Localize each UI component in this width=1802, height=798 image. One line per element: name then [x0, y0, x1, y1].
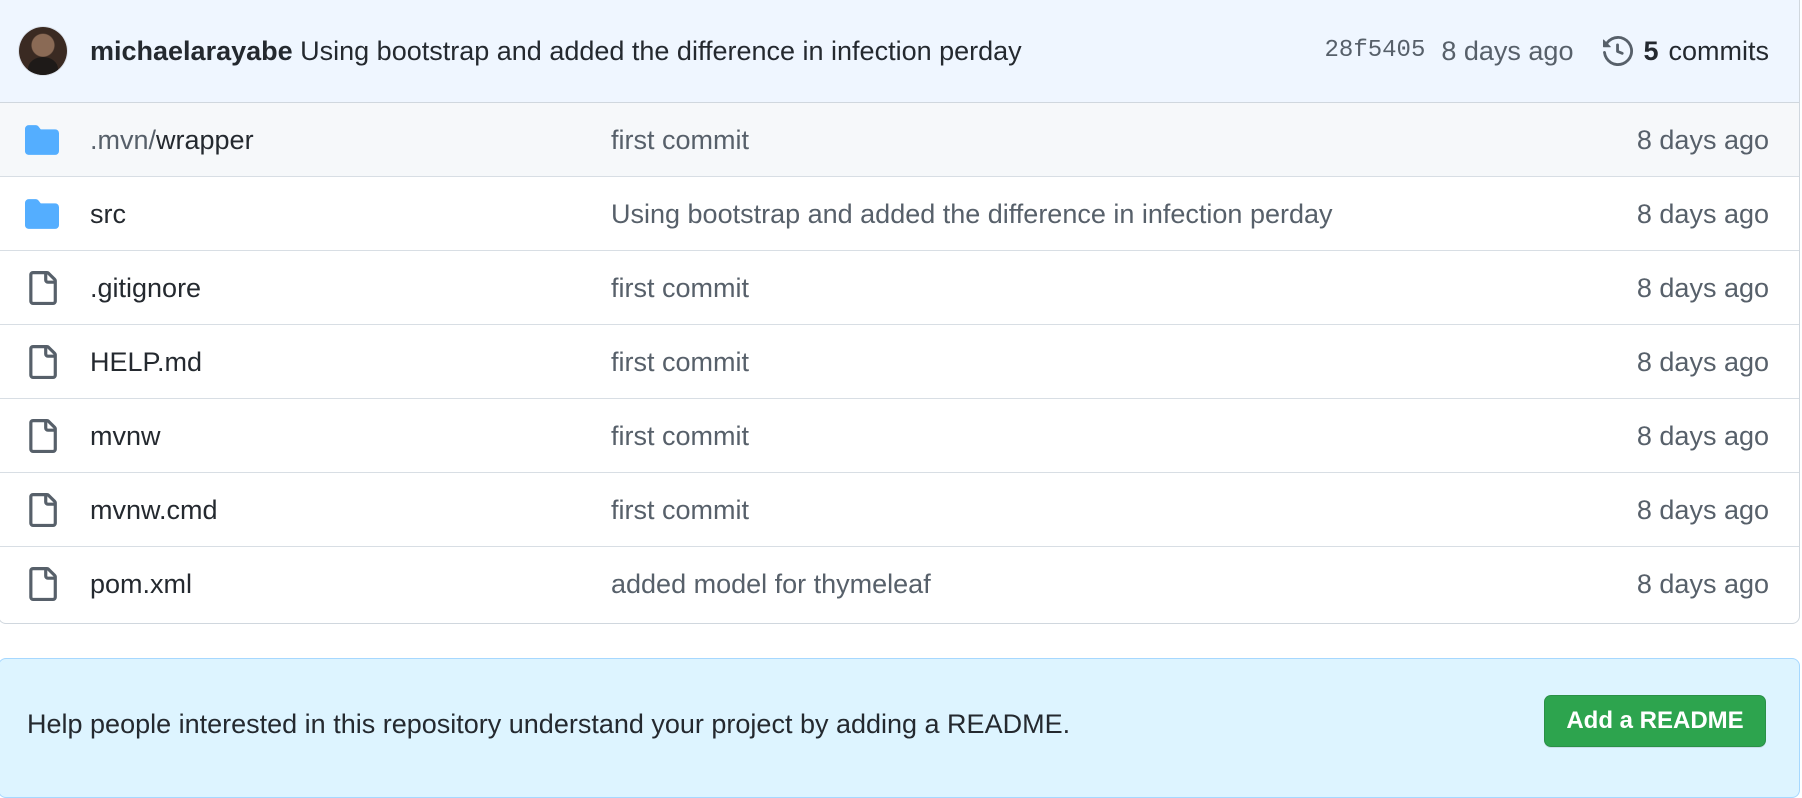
file-icon	[25, 567, 59, 601]
commits-history-link[interactable]: 5 commits	[1603, 35, 1769, 67]
folder-icon	[25, 197, 59, 231]
file-commit-age: 8 days ago	[1636, 199, 1769, 229]
file-commit-age: 8 days ago	[1636, 421, 1769, 451]
file-row[interactable]: HELP.md first commit 8 days ago	[0, 325, 1799, 399]
latest-commit-message: michaelarayabe Using bootstrap and added…	[90, 35, 1022, 67]
file-name-link[interactable]: mvnw.cmd	[90, 494, 218, 526]
file-row[interactable]: mvnw first commit 8 days ago	[0, 399, 1799, 473]
commit-sha-link[interactable]: 28f5405	[1325, 35, 1426, 67]
file-name: .gitignore	[90, 273, 202, 303]
file-list: .mvn/wrapper first commit 8 days ago src Usi…	[0, 103, 1799, 621]
file-icon	[25, 493, 59, 527]
commits-label: commits	[1668, 36, 1770, 66]
file-name-link[interactable]: .gitignore	[90, 272, 201, 304]
file-commit-message-link[interactable]: first commit	[611, 124, 749, 156]
file-commit-message-link[interactable]: first commit	[611, 494, 749, 526]
file-name-link[interactable]: .mvn/wrapper	[90, 124, 254, 156]
file-commit-age: 8 days ago	[1636, 569, 1769, 599]
file-icon	[25, 419, 59, 453]
readme-prompt: Help people interested in this repositor…	[0, 658, 1800, 798]
file-browser: michaelarayabe Using bootstrap and added…	[0, 0, 1800, 624]
file-commit-age: 8 days ago	[1636, 347, 1769, 377]
file-name: src	[90, 199, 126, 229]
history-icon	[1603, 36, 1634, 66]
commit-meta: 28f5405 8 days ago 5 commits	[1325, 35, 1769, 67]
commits-count: 5	[1643, 36, 1659, 66]
file-name-link[interactable]: pom.xml	[90, 568, 192, 600]
file-name: mvnw	[90, 421, 161, 451]
file-name-link[interactable]: src	[90, 198, 126, 230]
file-icon	[25, 271, 59, 305]
file-row[interactable]: src Using bootstrap and added the differe…	[0, 177, 1799, 251]
file-commit-message-link[interactable]: Using bootstrap and added the difference…	[611, 198, 1333, 230]
author-avatar[interactable]	[19, 27, 67, 75]
file-commit-message-link[interactable]: first commit	[611, 272, 749, 304]
folder-icon	[25, 123, 59, 157]
file-row[interactable]: .mvn/wrapper first commit 8 days ago	[0, 103, 1799, 177]
file-name: HELP.md	[90, 347, 203, 377]
file-row[interactable]: pom.xml added model for thymeleaf 8 days a…	[0, 547, 1799, 621]
file-icon	[25, 345, 59, 379]
file-path-prefix: .mvn/	[90, 125, 157, 155]
file-name: mvnw.cmd	[90, 495, 218, 525]
file-name: wrapper	[156, 125, 254, 155]
file-name-link[interactable]: mvnw	[90, 420, 161, 452]
file-row[interactable]: .gitignore first commit 8 days ago	[0, 251, 1799, 325]
readme-prompt-text: Help people interested in this repositor…	[27, 709, 1071, 739]
file-commit-age: 8 days ago	[1636, 273, 1769, 303]
file-row[interactable]: mvnw.cmd first commit 8 days ago	[0, 473, 1799, 547]
file-commit-message-link[interactable]: added model for thymeleaf	[611, 568, 931, 600]
add-readme-button[interactable]: Add a README	[1544, 695, 1766, 747]
file-commit-message-link[interactable]: first commit	[611, 420, 749, 452]
commit-message-link[interactable]: Using bootstrap and added the difference…	[300, 36, 1022, 66]
file-name-link[interactable]: HELP.md	[90, 346, 202, 378]
file-commit-message-link[interactable]: first commit	[611, 346, 749, 378]
commit-author-link[interactable]: michaelarayabe	[90, 36, 293, 66]
latest-commit-bar: michaelarayabe Using bootstrap and added…	[0, 0, 1799, 103]
file-commit-age: 8 days ago	[1636, 495, 1769, 525]
file-name: pom.xml	[90, 569, 193, 599]
file-commit-age: 8 days ago	[1636, 125, 1769, 155]
commit-age: 8 days ago	[1441, 36, 1574, 66]
